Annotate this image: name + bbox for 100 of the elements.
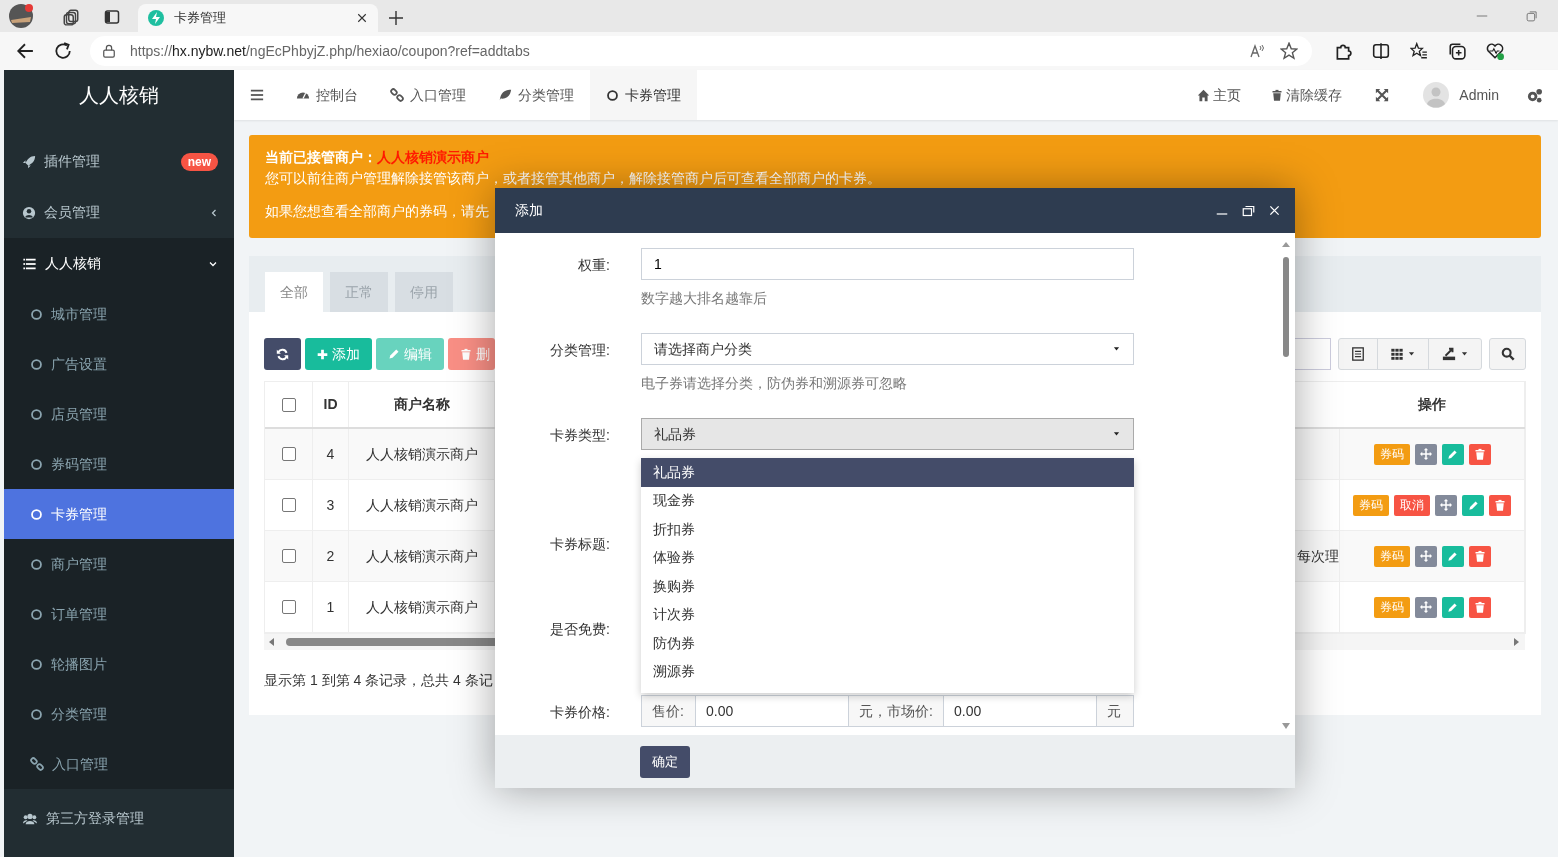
nav-link[interactable]: 主页: [1182, 70, 1257, 120]
tab-actions-icon[interactable]: [104, 9, 120, 25]
chevron-down-icon[interactable]: [208, 259, 218, 268]
dropdown-option[interactable]: 现金券: [641, 486, 1134, 515]
browser-tab[interactable]: 卡券管理: [138, 4, 378, 32]
field-label: 卡券类型:: [549, 426, 610, 445]
move-icon: [1419, 550, 1432, 562]
sidebar-subitem[interactable]: 券码管理: [4, 439, 234, 489]
sidebar-item[interactable]: 插件管理: [44, 151, 173, 172]
dropdown-option[interactable]: 礼品券: [641, 458, 1134, 487]
filter-tab[interactable]: 全部: [265, 272, 323, 312]
address-bar[interactable]: https://hx.nybw.net/ngEcPhbyjZ.php/hexiao/coupon?ref=addtabs: [90, 36, 1312, 66]
sidebar-subitem[interactable]: 商户管理: [4, 539, 234, 589]
lock-icon: [102, 43, 116, 59]
dropdown-option[interactable]: 防伪券: [641, 629, 1134, 658]
sidebar-subitem[interactable]: 城市管理: [4, 289, 234, 339]
caret-icon: [1407, 351, 1416, 357]
settings-icon[interactable]: [1527, 87, 1542, 103]
extensions-icon[interactable]: [1334, 42, 1352, 60]
trash-icon: [460, 347, 472, 361]
delete-button[interactable]: [1468, 443, 1491, 465]
workspaces-icon[interactable]: [62, 8, 80, 26]
circle-icon: [30, 557, 43, 571]
confirm-button[interactable]: 确定: [640, 745, 690, 778]
checkbox[interactable]: [281, 397, 296, 412]
circle-icon: [30, 707, 43, 721]
user-name[interactable]: Admin: [1459, 84, 1499, 106]
sidebar-subitem[interactable]: 轮播图片: [4, 639, 234, 689]
sidebar-subitem[interactable]: 分类管理: [4, 689, 234, 739]
favorites-icon[interactable]: [1410, 42, 1428, 60]
text-field[interactable]: 1: [641, 248, 1134, 280]
health-icon[interactable]: [1486, 42, 1504, 60]
sidebar-subitem[interactable]: 店员管理: [4, 389, 234, 439]
select-field[interactable]: 礼品券: [641, 418, 1134, 450]
dropdown-option[interactable]: 折扣券: [641, 515, 1134, 544]
search-field[interactable]: [1293, 338, 1331, 370]
column-header: ID: [323, 395, 338, 414]
move-icon: [1419, 601, 1432, 613]
checkbox[interactable]: [281, 549, 296, 563]
move-button[interactable]: [1414, 596, 1437, 618]
read-aloud-icon[interactable]: [1248, 43, 1266, 59]
sidebar-item[interactable]: 会员管理: [44, 202, 202, 223]
delete-button[interactable]: [1489, 494, 1511, 516]
sidebar-item[interactable]: 人人核销: [45, 253, 200, 274]
grid-icon: [1390, 347, 1404, 361]
sidebar-subitem[interactable]: 卡券管理: [4, 489, 234, 539]
circle-icon: [30, 457, 43, 471]
new-tab-icon[interactable]: [388, 10, 404, 26]
alert-text: 您可以前往商户管理解除接管该商户，或者接管其他商户，解除接管商户后可查看全部商户的卡券。: [265, 170, 881, 188]
favorite-star-icon[interactable]: [1280, 42, 1298, 60]
nav-tab[interactable]: 入口管理: [374, 70, 482, 120]
sidebar-item[interactable]: 第三方登录管理: [46, 808, 218, 829]
circle-icon: [30, 307, 43, 321]
dropdown-option[interactable]: 体验券: [641, 543, 1134, 572]
close-icon[interactable]: [356, 12, 368, 24]
search-button[interactable]: [1489, 338, 1526, 370]
search-icon: [1500, 347, 1515, 361]
back-icon[interactable]: [16, 42, 34, 60]
restore-icon[interactable]: [1526, 10, 1538, 22]
move-button[interactable]: [1414, 443, 1437, 465]
dropdown-option[interactable]: 溯源券: [641, 657, 1134, 686]
table-cell-text: 人人核销演示商户: [365, 597, 478, 617]
dropdown-option[interactable]: 计次券: [641, 600, 1134, 629]
checkbox[interactable]: [281, 600, 296, 614]
profile-avatar-icon[interactable]: [8, 3, 34, 29]
checkbox[interactable]: [281, 498, 296, 512]
vertical-scrollbar[interactable]: [1281, 241, 1291, 731]
maximize-icon[interactable]: [1242, 204, 1255, 217]
sidebar-subitem[interactable]: 订单管理: [4, 589, 234, 639]
new-badge: new: [180, 152, 218, 171]
move-button[interactable]: [1435, 494, 1457, 516]
table-cell-text: 每次理: [1297, 546, 1339, 566]
refresh-button[interactable]: [264, 338, 301, 370]
link-icon: [30, 757, 44, 771]
menu-icon[interactable]: [250, 88, 264, 102]
select-field[interactable]: 请选择商户分类: [641, 333, 1134, 365]
nav-link[interactable]: 清除缓存: [1256, 70, 1358, 120]
delete-button[interactable]: [1468, 545, 1491, 567]
nav-tab[interactable]: 卡券管理: [590, 70, 697, 120]
sidebar-subitem[interactable]: 入口管理: [4, 739, 234, 789]
pencil-icon: [1447, 601, 1458, 613]
split-screen-icon[interactable]: [1372, 42, 1390, 60]
delete-button[interactable]: [1468, 596, 1491, 618]
reload-icon[interactable]: [54, 42, 72, 60]
column-header: 商户名称: [393, 395, 450, 414]
circle-icon: [30, 657, 43, 671]
nav-tab[interactable]: 分类管理: [482, 70, 590, 120]
column-header: 操作: [1417, 395, 1446, 414]
fullscreen-icon[interactable]: [1375, 88, 1390, 102]
dropdown-option[interactable]: 换购券: [641, 572, 1134, 601]
collections-icon[interactable]: [1448, 42, 1466, 60]
sidebar-subitem[interactable]: 广告设置: [4, 339, 234, 389]
input-addon: 元，市场价:: [849, 696, 944, 726]
nav-tab[interactable]: 控制台: [280, 70, 374, 120]
circle-icon: [30, 507, 43, 521]
move-button[interactable]: [1414, 545, 1437, 567]
checkbox[interactable]: [281, 447, 296, 461]
merchant-name: 人人核销演示商户: [377, 150, 489, 165]
chevron-left-icon[interactable]: [210, 207, 218, 218]
trash-icon: [1494, 498, 1506, 512]
